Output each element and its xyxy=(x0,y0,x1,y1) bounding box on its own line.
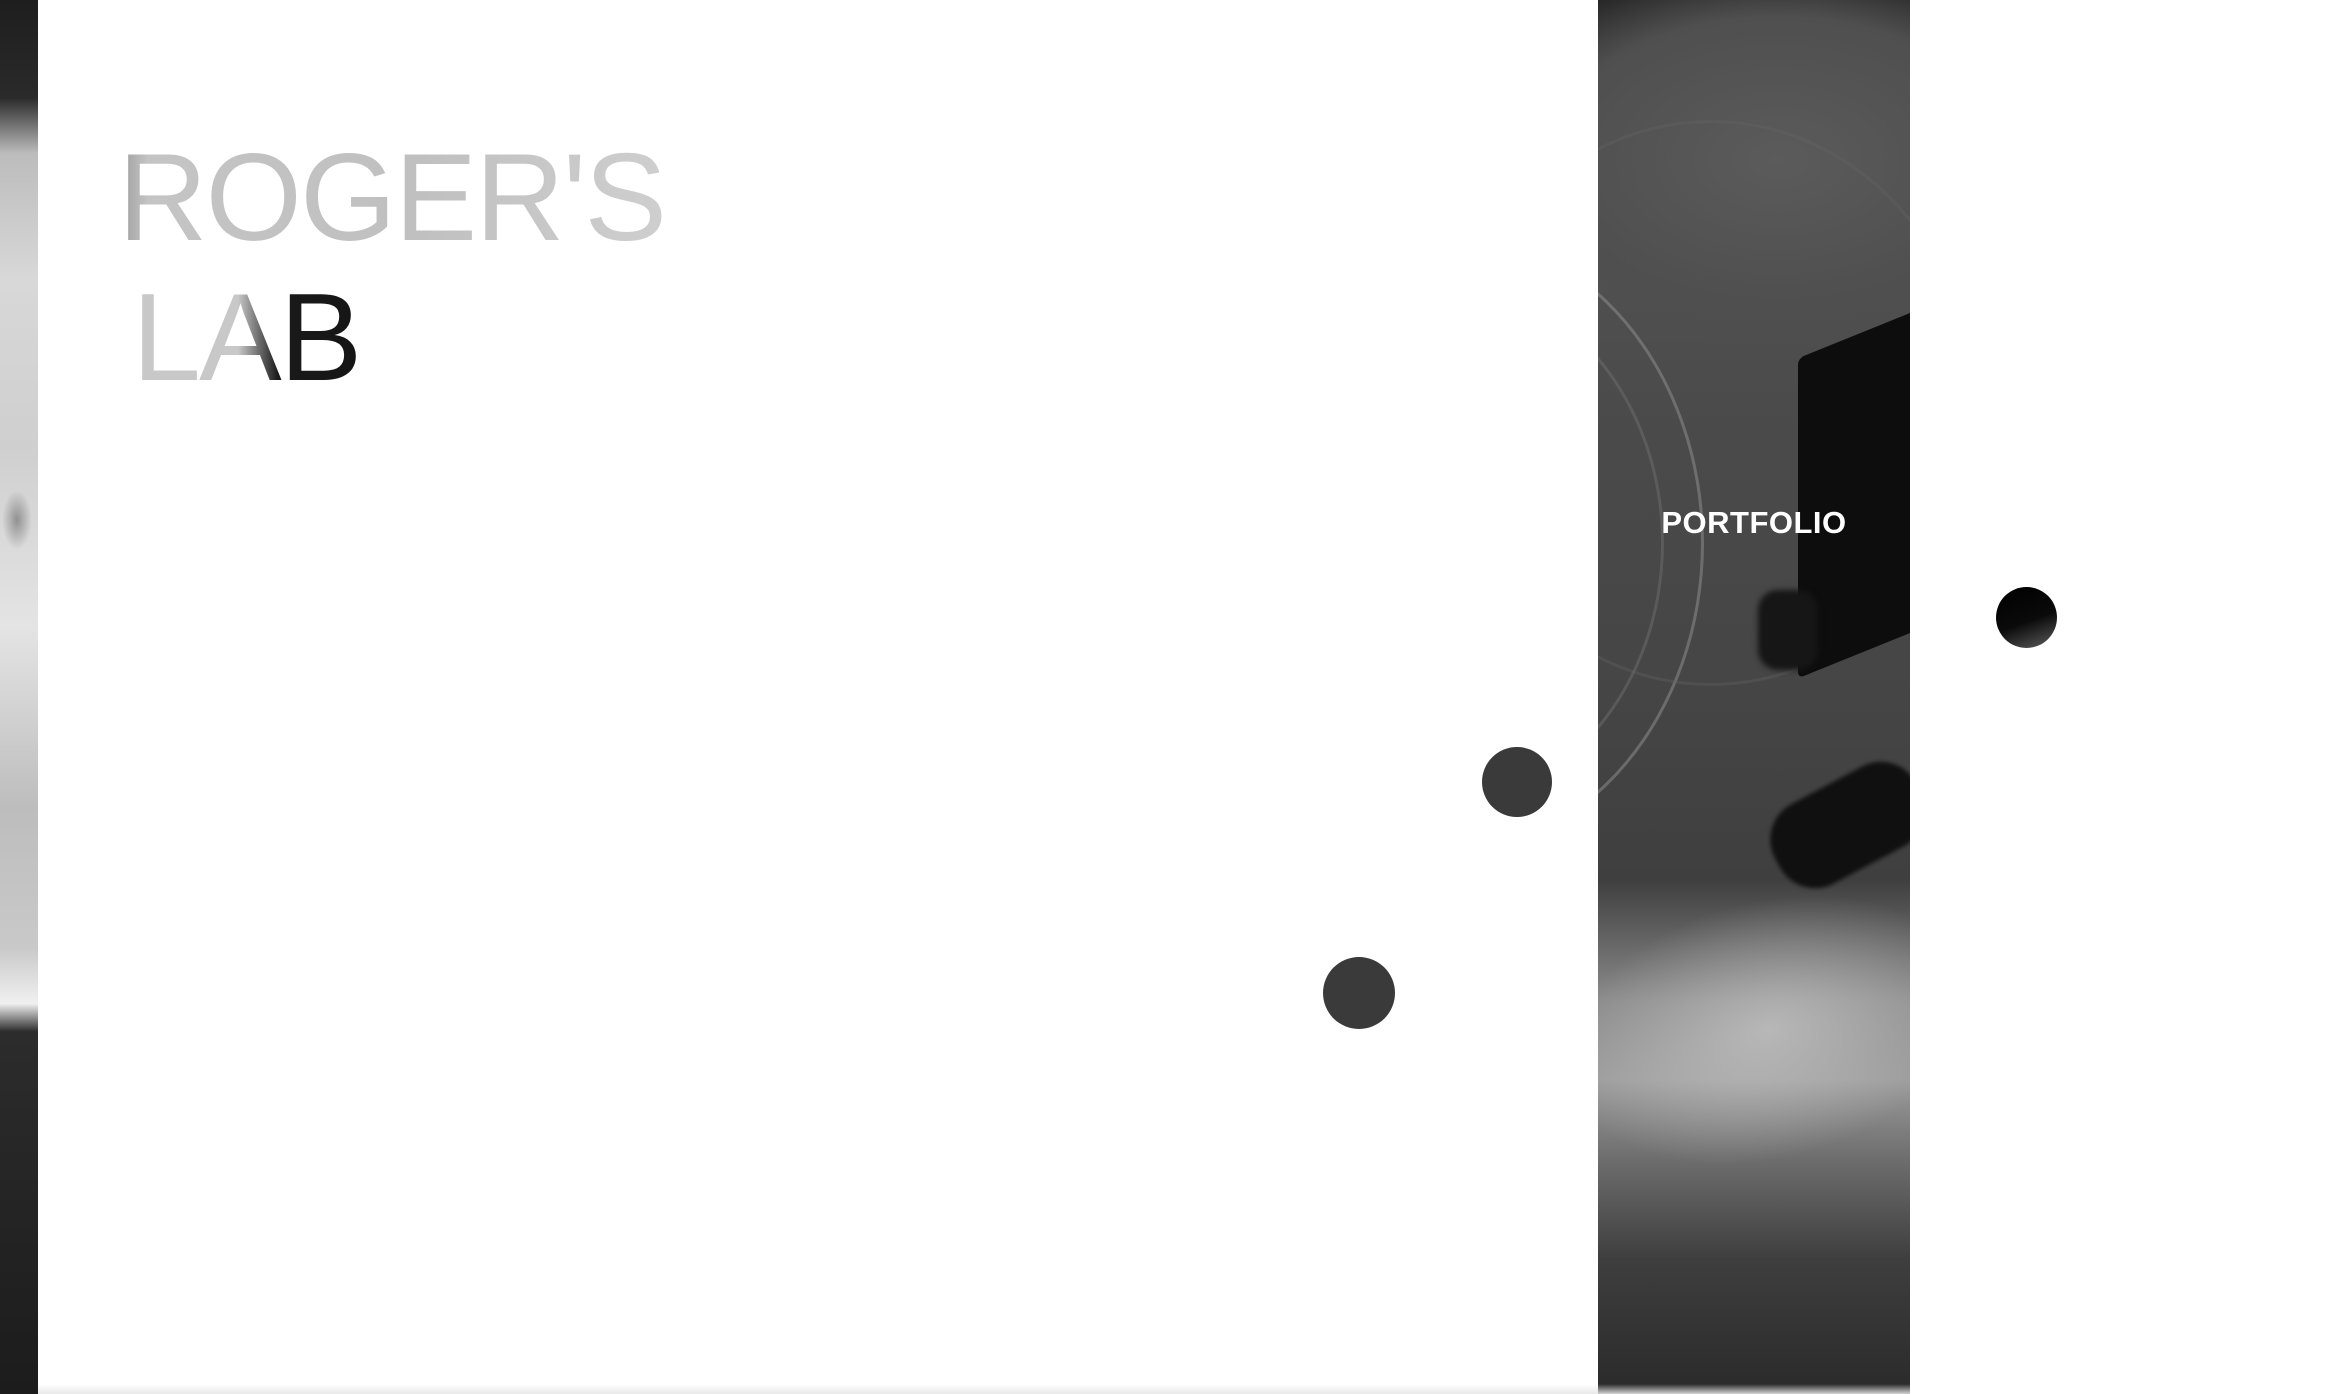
tonearm-detail xyxy=(1758,590,1818,670)
page: ROGER'S LAB PORTFOLIO xyxy=(0,0,2332,1394)
floating-dot xyxy=(1482,747,1552,817)
floating-dot xyxy=(1323,957,1395,1029)
portfolio-photo-column[interactable] xyxy=(1598,0,1910,1394)
bottom-shade xyxy=(38,1384,1910,1394)
site-logo[interactable]: ROGER'S LAB xyxy=(118,128,667,408)
left-photo-strip xyxy=(0,0,38,1394)
nav-portfolio-link[interactable]: PORTFOLIO xyxy=(1598,505,1910,541)
cursor-dot xyxy=(1996,587,2057,648)
logo-line-lab: LAB xyxy=(118,268,665,408)
logo-line-rogers: ROGER'S xyxy=(118,129,667,267)
right-panel xyxy=(1910,0,2332,1394)
photo-highlight xyxy=(1598,853,1910,1207)
